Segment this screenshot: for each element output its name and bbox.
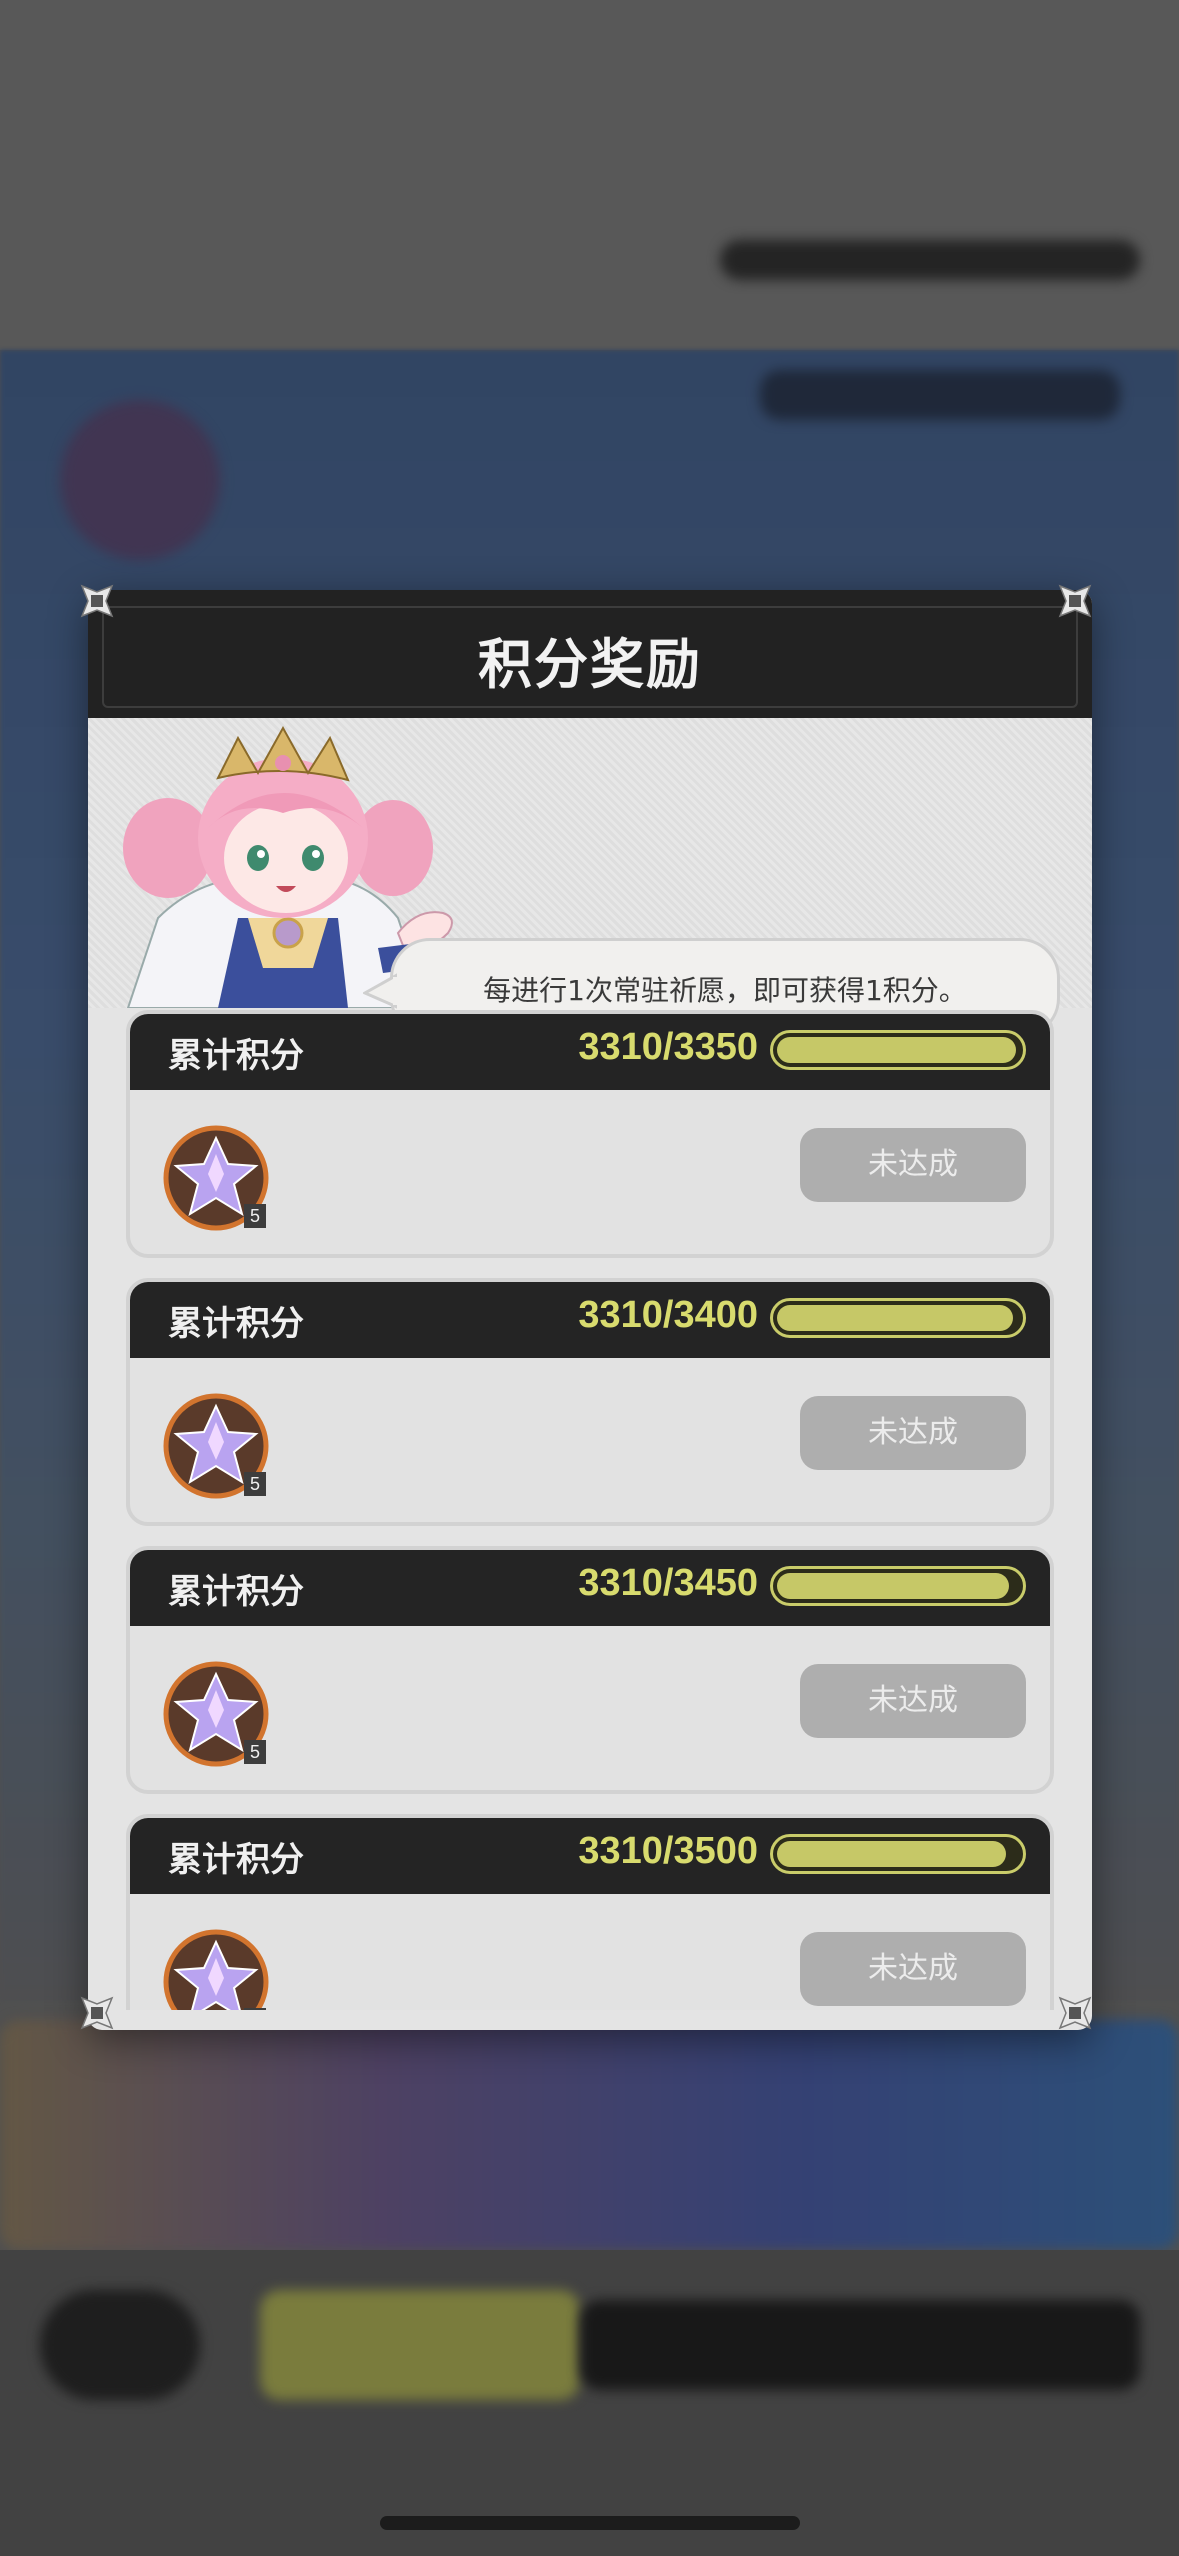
hint-text: 每进行1次常驻祈愿，即可获得1积分。 — [483, 974, 967, 1007]
reward-card: 累计积分 3310/3500 5 未达成 — [126, 1814, 1054, 2010]
reward-progress-text: 3310/3500 — [578, 1830, 758, 1872]
reward-label: 累计积分 — [168, 1036, 304, 1076]
reward-progress-bar — [770, 1030, 1026, 1070]
reward-progress-bar — [770, 1298, 1026, 1338]
reward-progress-bar — [770, 1834, 1026, 1874]
reward-item-count: 5 — [244, 1472, 266, 1496]
modal-title: 积分奖励 — [478, 633, 702, 696]
reward-label: 累计积分 — [168, 1572, 304, 1612]
reward-list[interactable]: 累计积分 3310/3350 5 未达成 累计积分 3310/3400 5 未达… — [126, 1010, 1054, 2010]
reward-item-count: 5 — [244, 1740, 266, 1764]
reward-label: 累计积分 — [168, 1840, 304, 1880]
reward-progress-text: 3310/3400 — [578, 1294, 758, 1336]
corner-ornament-bottom-right — [1058, 1996, 1092, 2030]
reward-card: 累计积分 3310/3350 5 未达成 — [126, 1010, 1054, 1258]
character-area: 每进行1次常驻祈愿，即可获得1积分。 — [88, 718, 1092, 1038]
speech-bubble-tail — [363, 973, 397, 1009]
reward-status-button[interactable]: 未达成 — [800, 1128, 1026, 1202]
corner-ornament-bottom-left — [80, 1996, 114, 2030]
reward-progress-fill — [777, 1841, 1006, 1867]
reward-card: 累计积分 3310/3400 5 未达成 — [126, 1278, 1054, 1526]
reward-progress-fill — [777, 1573, 1010, 1599]
reward-progress-text: 3310/3350 — [578, 1026, 758, 1068]
points-reward-modal: 积分奖励 每进行1次常驻祈愿，即可获得1积分。 累计积分 3310/3350 5… — [88, 590, 1092, 2030]
reward-card: 累计积分 3310/3450 5 未达成 — [126, 1546, 1054, 1794]
reward-card-header: 累计积分 3310/3350 — [130, 1014, 1050, 1090]
reward-progress-text: 3310/3450 — [578, 1562, 758, 1604]
reward-status-button[interactable]: 未达成 — [800, 1396, 1026, 1470]
modal-header: 积分奖励 — [88, 590, 1092, 718]
corner-ornament-top-right — [1058, 584, 1092, 618]
reward-item-count: 5 — [244, 1204, 266, 1228]
reward-card-header: 累计积分 3310/3450 — [130, 1550, 1050, 1626]
corner-ornament-top-left — [80, 584, 114, 618]
reward-status-button[interactable]: 未达成 — [800, 1664, 1026, 1738]
reward-item-count: 5 — [244, 2008, 266, 2010]
reward-progress-bar — [770, 1566, 1026, 1606]
reward-card-header: 累计积分 3310/3500 — [130, 1818, 1050, 1894]
reward-progress-fill — [777, 1305, 1013, 1331]
home-indicator[interactable] — [380, 2516, 800, 2530]
reward-label: 累计积分 — [168, 1304, 304, 1344]
reward-progress-fill — [777, 1037, 1017, 1063]
reward-status-button[interactable]: 未达成 — [800, 1932, 1026, 2006]
crystal-gem-icon[interactable] — [162, 1928, 270, 2010]
reward-card-header: 累计积分 3310/3400 — [130, 1282, 1050, 1358]
